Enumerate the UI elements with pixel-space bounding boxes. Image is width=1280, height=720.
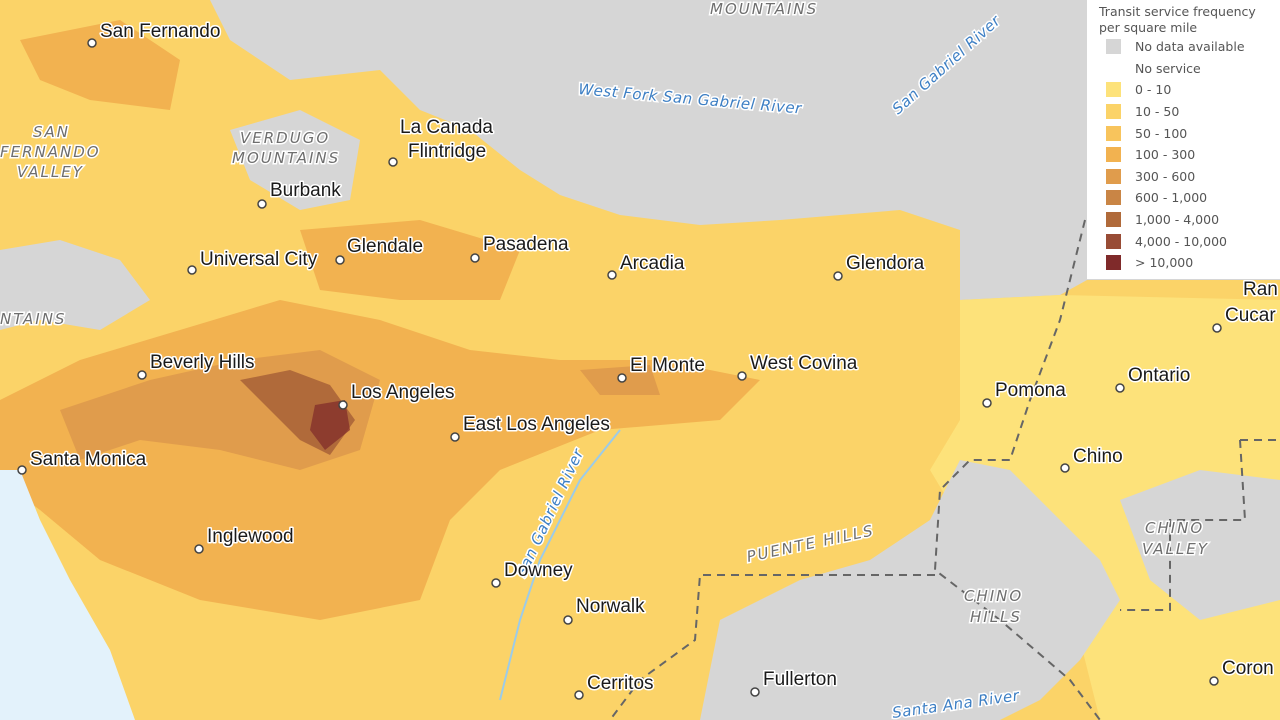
city-label: West Covina	[750, 353, 858, 374]
city-label: Chino	[1073, 446, 1123, 467]
legend-title: Transit service frequency per square mil…	[1099, 4, 1256, 35]
legend-swatch	[1106, 255, 1121, 271]
city-label: Los Angeles	[351, 382, 455, 403]
city-label: Flintridge	[408, 141, 486, 162]
city-label: Ontario	[1128, 365, 1190, 386]
city-label: Cerritos	[587, 673, 654, 694]
legend-item: 0 - 10	[1087, 79, 1280, 101]
legend-item: 4,000 - 10,000	[1087, 230, 1280, 252]
legend-swatch	[1106, 82, 1121, 98]
legend-swatch	[1106, 60, 1121, 76]
legend-label: 1,000 - 4,000	[1135, 212, 1220, 228]
legend-label: 4,000 - 10,000	[1135, 233, 1227, 249]
region-label: MOUNTAINS	[710, 0, 818, 18]
city-label: Inglewood	[207, 526, 294, 547]
legend-swatch	[1106, 212, 1121, 228]
region-label: CHINO	[964, 587, 1023, 605]
legend-label: 600 - 1,000	[1135, 190, 1208, 206]
legend-item: > 10,000	[1087, 252, 1280, 274]
region-label: VALLEY	[17, 163, 84, 181]
legend-item: No data available	[1087, 36, 1280, 58]
city-label: Fullerton	[763, 669, 837, 690]
legend-item: 300 - 600	[1087, 166, 1280, 188]
legend-item: 600 - 1,000	[1087, 187, 1280, 209]
legend-label: No service	[1135, 60, 1201, 76]
city-label: Pasadena	[483, 234, 569, 255]
legend-label: No data available	[1135, 39, 1245, 55]
legend-item: 50 - 100	[1087, 122, 1280, 144]
city-label: Cucar	[1225, 305, 1276, 326]
city-label: Coron	[1222, 658, 1274, 679]
city-label: San Fernando	[100, 21, 220, 42]
city-label: Arcadia	[620, 253, 685, 274]
legend-swatch	[1106, 147, 1121, 163]
city-label: Santa Monica	[30, 449, 147, 470]
region-label: VALLEY	[1142, 540, 1209, 558]
city-label: El Monte	[630, 355, 705, 376]
region-label: SAN	[33, 123, 70, 141]
city-label: Pomona	[995, 380, 1066, 401]
legend-label: 300 - 600	[1135, 168, 1196, 184]
legend-label: > 10,000	[1135, 255, 1194, 271]
legend-item: 1,000 - 4,000	[1087, 209, 1280, 231]
city-label: Ran	[1243, 279, 1278, 300]
region-label: CHINO	[1145, 519, 1204, 537]
map-legend: Transit service frequency per square mil…	[1087, 0, 1280, 279]
city-label: Universal City	[200, 249, 318, 270]
city-label: Glendale	[347, 236, 423, 257]
region-label: FERNANDO	[0, 143, 101, 161]
city-label: East Los Angeles	[463, 414, 610, 435]
legend-label: 100 - 300	[1135, 147, 1196, 163]
city-label: Burbank	[270, 180, 341, 201]
region-label: VERDUGO	[240, 129, 330, 147]
legend-swatch	[1106, 233, 1121, 249]
region-label: MOUNTAINS	[232, 149, 340, 167]
city-label: La Canada	[400, 117, 493, 138]
legend-swatch	[1106, 39, 1121, 55]
legend-swatch	[1106, 104, 1121, 120]
legend-label: 10 - 50	[1135, 104, 1180, 120]
legend-item: 100 - 300	[1087, 144, 1280, 166]
legend-label: 50 - 100	[1135, 125, 1188, 141]
city-label: Glendora	[846, 253, 925, 274]
region-label: NTAINS	[0, 310, 66, 328]
city-label: Downey	[504, 560, 573, 581]
legend-label: 0 - 10	[1135, 82, 1172, 98]
legend-item: No service	[1087, 58, 1280, 80]
city-label: Norwalk	[576, 596, 645, 617]
legend-swatch	[1106, 168, 1121, 184]
city-label: Beverly Hills	[150, 352, 255, 373]
legend-item: 10 - 50	[1087, 101, 1280, 123]
legend-swatch	[1106, 125, 1121, 141]
legend-swatch	[1106, 190, 1121, 206]
region-label: HILLS	[970, 608, 1022, 626]
